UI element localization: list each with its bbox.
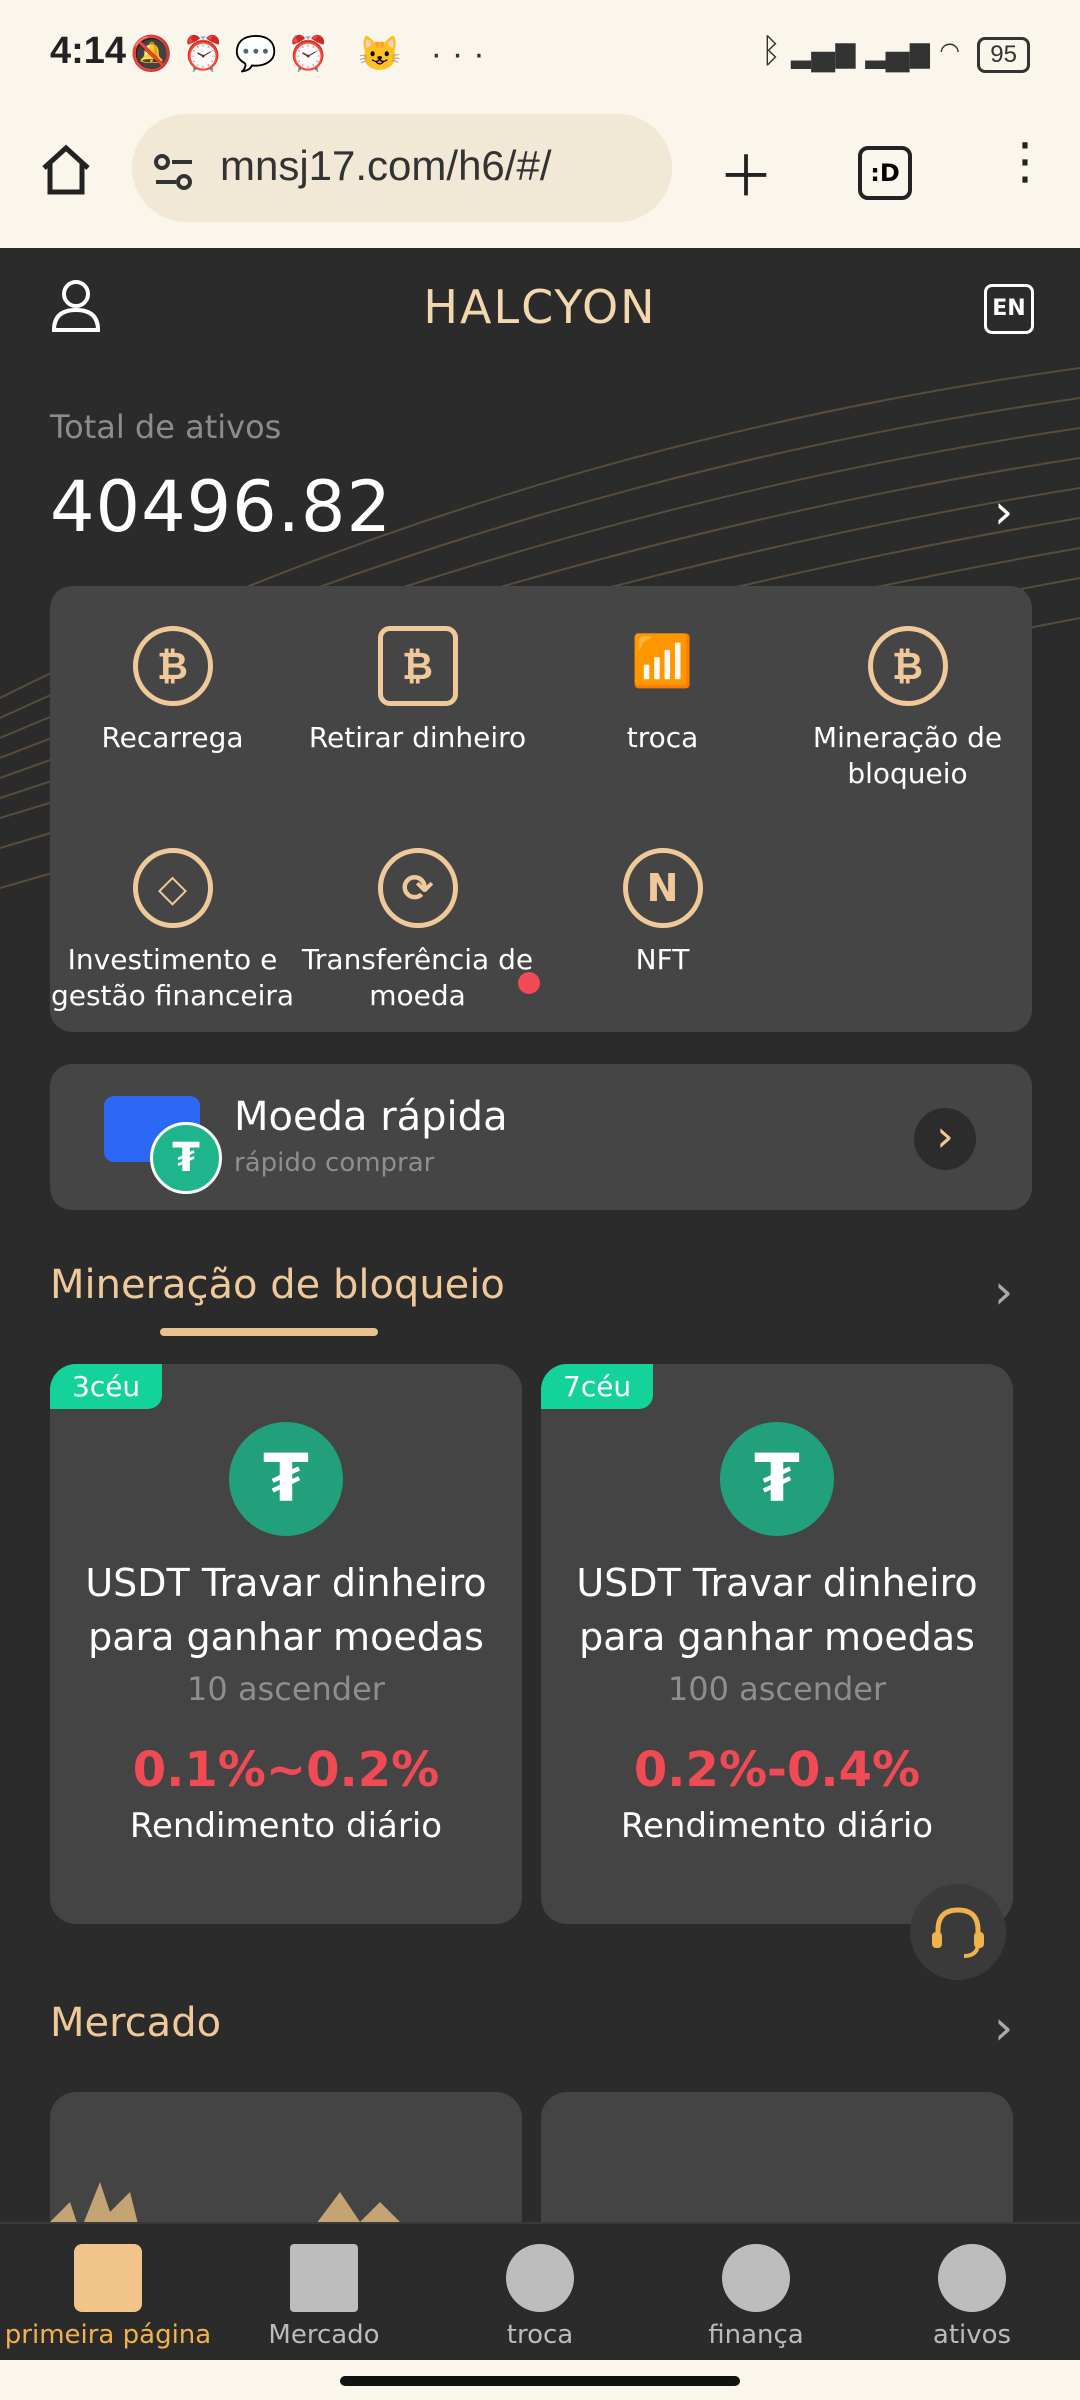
action-label: NFT	[635, 943, 690, 976]
market-sparkline	[620, 2222, 622, 2223]
quick-buy-subtitle: rápido comprar	[234, 1148, 435, 1178]
action-investimento[interactable]: ◇ Investimento e gestão financeira	[50, 848, 295, 1014]
chart-up-icon: 📶	[631, 632, 694, 690]
action-recarrega[interactable]: ₿ Recarrega	[50, 626, 295, 756]
mining-section-title: Mineração de bloqueio	[50, 1262, 505, 1308]
wifi-icon: ◠	[939, 32, 960, 70]
action-retirar[interactable]: ₿ Retirar dinheiro	[295, 626, 540, 756]
pie-icon	[938, 2244, 1006, 2312]
status-time: 4:14	[50, 30, 127, 72]
nav-assets[interactable]: ativos	[864, 2224, 1080, 2350]
finance-icon	[722, 2244, 790, 2312]
status-bar: 4:14 🔕⏰💬⏰ 😺 ··· ᛒ ▂▄▆ ▂▄▆ ◠ 95	[0, 0, 1080, 112]
battery-indicator: 95	[977, 37, 1030, 73]
mining-card-1[interactable]: 3céu ₮ USDT Travar dinheiro para ganhar …	[50, 1364, 522, 1924]
system-icons: ᛒ ▂▄▆ ▂▄▆ ◠ 95	[761, 32, 1030, 73]
menu-icon[interactable]: ⋮	[1000, 132, 1050, 190]
plan-tag: 7céu	[541, 1364, 654, 1409]
signal-icon: ▂▄▆	[790, 32, 856, 70]
nav-trade[interactable]: troca	[432, 2224, 648, 2350]
new-tab-icon[interactable]: ＋	[718, 132, 774, 213]
app-screen: HALCYON EN Total de ativos 40496.82 › ₿ …	[0, 248, 1080, 2223]
nav-label: finança	[708, 2320, 804, 2350]
nav-label: primeira página	[4, 2320, 212, 2350]
exchange-icon	[506, 2244, 574, 2312]
headset-icon	[932, 1907, 984, 1958]
action-troca[interactable]: 📶 troca	[540, 626, 785, 756]
bitcoin-withdraw-icon: ₿	[377, 626, 458, 706]
plan-title: USDT Travar dinheiro para ganhar moedas	[576, 1561, 978, 1659]
chevron-right-icon[interactable]: ›	[994, 484, 1013, 540]
bitcoin-refresh-icon: ₿	[132, 626, 213, 706]
nft-icon: N	[622, 848, 703, 928]
nav-home[interactable]: primeira página	[0, 2224, 216, 2350]
section-underline	[160, 1328, 378, 1336]
tether-icon: ₮	[720, 1422, 834, 1536]
plan-tag: 3céu	[50, 1364, 163, 1409]
action-label: Transferência de moeda	[301, 943, 534, 1012]
total-assets-value: 40496.82	[50, 466, 393, 548]
nav-label: troca	[506, 2320, 574, 2350]
tether-icon: ₮	[229, 1422, 343, 1536]
notification-dot	[518, 972, 540, 994]
home-icon	[74, 2244, 142, 2312]
action-label: Recarrega	[101, 721, 244, 754]
quick-buy-title: Moeda rápida	[234, 1094, 508, 1140]
plan-rate: 0.2%-0.4%	[633, 1742, 921, 1798]
action-label: Mineração de bloqueio	[812, 721, 1003, 790]
nav-finance[interactable]: finança	[648, 2224, 864, 2350]
url-text[interactable]: mnsj17.com/h6/#/	[220, 142, 552, 190]
plan-rate: 0.1%~0.2%	[132, 1742, 440, 1798]
market-card-2[interactable]	[541, 2092, 1013, 2223]
market-sparkline	[50, 2182, 476, 2223]
coin-transfer-icon: ⟳	[377, 848, 458, 928]
bottom-nav: primeira página Mercado troca finança at…	[0, 2222, 1080, 2362]
action-label: Retirar dinheiro	[308, 721, 527, 754]
language-toggle[interactable]: EN	[984, 284, 1034, 334]
action-nft[interactable]: N NFT	[540, 848, 785, 978]
chevron-right-icon[interactable]: ›	[914, 1108, 976, 1170]
tether-icon: ₮	[150, 1122, 222, 1194]
plan-title: USDT Travar dinheiro para ganhar moedas	[85, 1561, 487, 1659]
plan-minimum: 100 ascender	[667, 1670, 887, 1708]
tab-switcher-icon[interactable]: :D	[858, 146, 912, 200]
nav-label: Mercado	[268, 2320, 380, 2350]
mining-card-2[interactable]: 7céu ₮ USDT Travar dinheiro para ganhar …	[541, 1364, 1013, 1924]
plan-rate-label: Rendimento diário	[620, 1806, 934, 1846]
bluetooth-icon: ᛒ	[760, 32, 782, 70]
app-title: HALCYON	[423, 280, 657, 334]
bars-icon	[290, 2244, 358, 2312]
signal-icon-2: ▂▄▆	[865, 32, 930, 70]
chevron-right-icon[interactable]: ›	[994, 2000, 1013, 2056]
action-label: Investimento e gestão financeira	[50, 943, 295, 1012]
plan-rate-label: Rendimento diário	[129, 1806, 443, 1846]
browser-toolbar: mnsj17.com/h6/#/ ＋ :D ⋮	[0, 112, 1080, 248]
site-settings-icon[interactable]	[152, 150, 196, 194]
bitcoin-hand-icon: ₿	[867, 626, 948, 706]
gesture-handle[interactable]	[340, 2376, 740, 2386]
diamond-coin-icon: ◇	[132, 848, 213, 928]
nav-market[interactable]: Mercado	[216, 2224, 432, 2350]
action-label: troca	[626, 721, 699, 754]
action-mineracao[interactable]: ₿ Mineração de bloqueio	[785, 626, 1030, 792]
plan-minimum: 10 ascender	[187, 1670, 385, 1708]
quick-buy-banner[interactable]: ₮ Moeda rápida rápido comprar ›	[50, 1064, 1032, 1210]
chevron-right-icon[interactable]: ›	[994, 1264, 1013, 1320]
home-icon[interactable]	[38, 142, 94, 198]
market-section-title: Mercado	[50, 2000, 222, 2046]
market-card-1[interactable]	[50, 2092, 522, 2223]
total-assets-label: Total de ativos	[50, 408, 282, 446]
system-nav-bar	[0, 2360, 1080, 2400]
notification-icons: 🔕⏰💬⏰ 😺 ···	[130, 35, 495, 73]
quick-actions-card: ₿ Recarrega ₿ Retirar dinheiro 📶 troca ₿…	[50, 586, 1032, 1032]
nav-label: ativos	[932, 2320, 1012, 2350]
action-transferencia[interactable]: ⟳ Transferência de moeda	[295, 848, 540, 1014]
support-button[interactable]	[910, 1884, 1006, 1980]
